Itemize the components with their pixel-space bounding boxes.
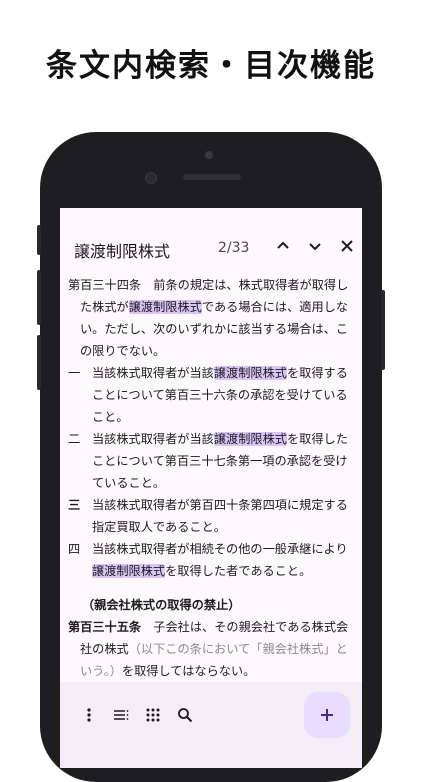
close-search-button[interactable] [336,235,358,257]
phone-button [381,290,385,370]
item-text: を取得した者であること。 [165,564,312,578]
item-number: 一 [68,366,81,380]
phone-sensor [205,151,213,159]
item-number: 二 [68,432,81,446]
list-item: 四当該株式取得者が相続その他の一般承継により譲渡制限株式を取得した者であること。 [68,538,354,582]
article-title: 第百三十四条 [68,278,142,292]
add-button[interactable] [304,692,350,738]
search-term[interactable]: 譲渡制限株式 [74,238,170,262]
item-text: 当該株式取得者が相続その他の一般承継により [92,542,348,556]
search-highlight[interactable]: 譲渡制限株式 [92,564,166,578]
search-bar: 譲渡制限株式 2/33 [60,208,362,264]
law-text: 第百三十四条 前条の規定は、株式取得者が取得した株式が譲渡制限株式である場合には… [68,274,354,682]
item-number: 四 [68,542,81,556]
search-highlight[interactable]: 譲渡制限株式 [128,300,202,314]
grid-view-button[interactable] [142,704,164,726]
search-icon [178,708,193,723]
more-options-button[interactable] [78,704,100,726]
phone-button [37,270,41,325]
list-item: 一当該株式取得者が当該譲渡制限株式を取得することについて第百三十六条の承認を受け… [68,362,354,428]
article-caption: （親会社株式の取得の禁止） [82,598,241,612]
list-item: 二当該株式取得者が当該譲渡制限株式を取得したことについて第百三十七条第一項の承認… [68,428,354,494]
previous-match-button[interactable] [272,235,294,257]
more-vertical-icon [87,708,91,722]
grid-icon [146,708,160,722]
close-icon [341,240,353,252]
article-134: 第百三十四条 前条の規定は、株式取得者が取得した株式が譲渡制限株式である場合には… [68,274,354,362]
chevron-down-icon [309,243,321,251]
bottom-app-bar [60,682,362,768]
next-match-button[interactable] [304,235,326,257]
item-text: 当該株式取得者が当該 [92,432,214,446]
item-number: 三 [68,498,81,512]
phone-speaker [183,174,241,180]
phone-camera [145,172,157,184]
app-screen: 譲渡制限株式 2/33 第百三十四条 前条の規定は、株式取得者が取得した株式が譲… [60,208,362,768]
search-highlight[interactable]: 譲渡制限株式 [213,432,287,446]
article-title: 第百三十五条 [68,620,142,634]
phone-button [37,335,41,390]
match-counter: 2/33 [218,240,250,256]
list-item: 三当該株式取得者が第百四十条第四項に規定する指定買取人であること。 [68,494,354,538]
chevron-up-icon [277,241,289,249]
list-icon [114,710,129,720]
item-text: 当該株式取得者が当該 [92,366,214,380]
search-button[interactable] [174,704,196,726]
phone-button [37,225,41,255]
search-highlight[interactable]: 譲渡制限株式 [213,366,287,380]
item-text: 当該株式取得者が第百四十条第四項に規定する指定買取人であること。 [92,498,348,534]
article-text: を取得してはならない。 [121,664,256,678]
table-of-contents-button[interactable] [110,704,132,726]
plus-icon [321,709,333,721]
article-135: 第百三十五条 子会社は、その親会社である株式会社の株式（以下この条において「親会… [68,616,354,682]
page-headline: 条文内検索・目次機能 [46,48,376,84]
